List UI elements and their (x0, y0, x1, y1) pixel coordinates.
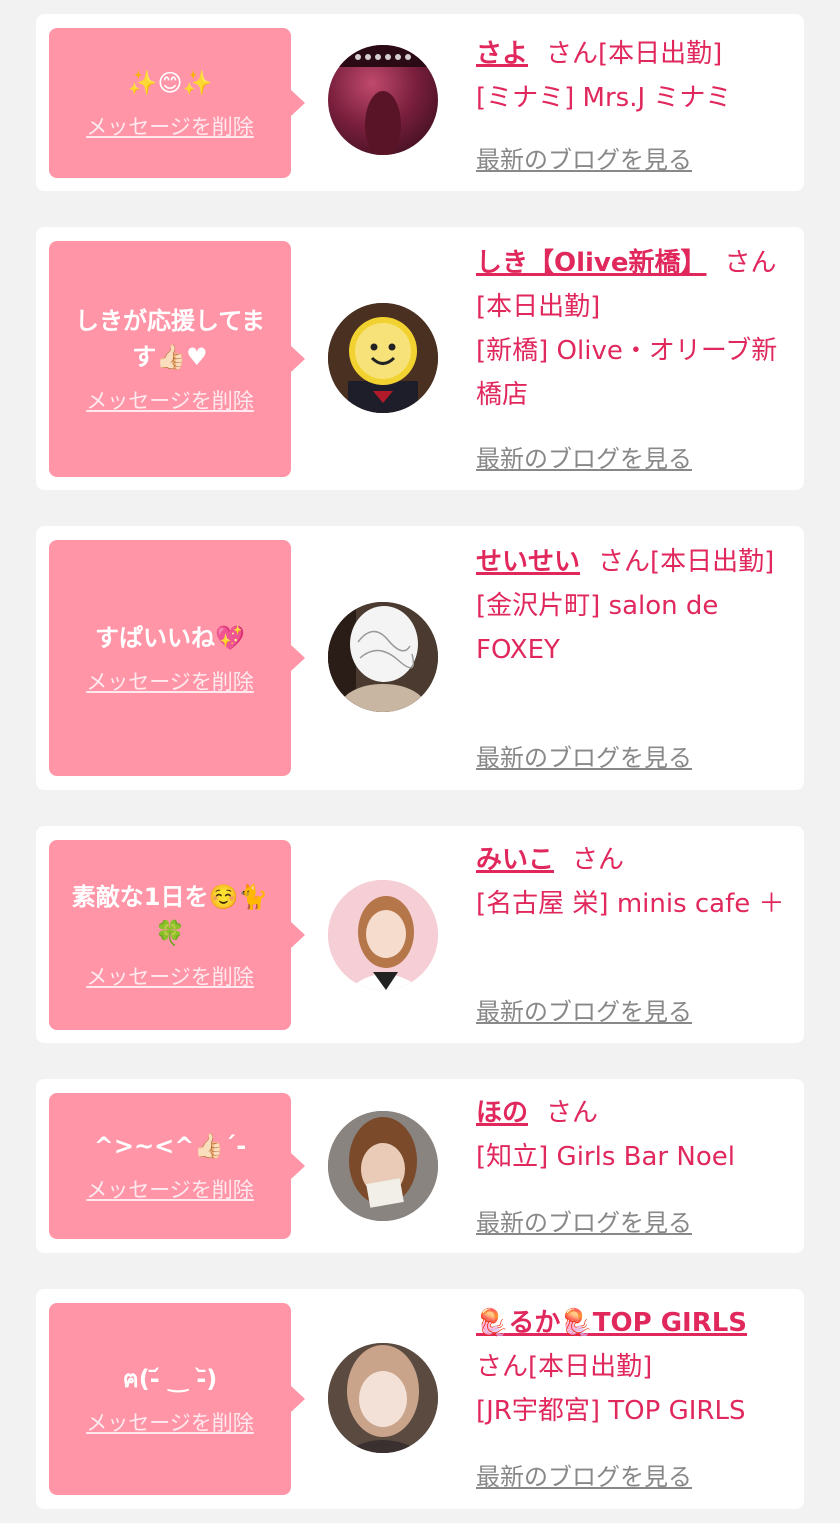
honorific-status: さん[本日出勤] (598, 547, 775, 577)
delete-message-link[interactable]: メッセージを削除 (86, 1407, 254, 1437)
message-bubble: すぱいいね💖 メッセージを削除 (49, 540, 305, 776)
shop-name: [金沢片町] salon de FOXEY (476, 591, 719, 665)
girl-info: ほの さん [知立] Girls Bar Noel (476, 1091, 786, 1179)
message-card: しきが応援してま す👍🏻♥ メッセージを削除 しき【Olive新橋】 さん[本日出勤… (36, 227, 804, 490)
shop-name: [JR宇都宮] TOP GIRLS (476, 1396, 746, 1426)
avatar-photo-icon (328, 45, 438, 155)
message-card: すぱいいね💖 メッセージを削除 せいせい さん[本日出勤] [金沢片町] salo… (36, 526, 804, 790)
girl-name-link[interactable]: さよ (476, 39, 528, 69)
shop-name: [新橋] Olive・オリーブ新橋店 (476, 336, 778, 410)
girl-info: せいせい さん[本日出勤] [金沢片町] salon de FOXEY (476, 540, 786, 672)
message-text: ✨😊✨ (127, 69, 213, 97)
latest-blog-link[interactable]: 最新のブログを見る (476, 1203, 692, 1238)
girl-name-link[interactable]: しき【Olive新橋】 (476, 248, 707, 278)
latest-blog-link[interactable]: 最新のブログを見る (476, 992, 692, 1027)
latest-blog-link[interactable]: 最新のブログを見る (476, 738, 692, 773)
avatar[interactable] (328, 1343, 438, 1453)
avatar-photo-icon (328, 880, 438, 990)
avatar-photo-icon (328, 1343, 438, 1453)
honorific-status: さん (572, 845, 625, 875)
delete-message-link[interactable]: メッセージを削除 (86, 666, 254, 696)
latest-blog-link[interactable]: 最新のブログを見る (476, 140, 692, 175)
delete-message-link[interactable]: メッセージを削除 (86, 1174, 254, 1204)
message-text: ฅ(-᷄ ‿ -᷅) (122, 1365, 218, 1393)
girl-info: 🪼るか🪼TOP GIRLS さん[本日出勤] [JR宇都宮] TOP GIRLS (476, 1301, 786, 1433)
delete-message-link[interactable]: メッセージを削除 (86, 385, 254, 415)
message-text: すぱいいね💖 (95, 624, 245, 652)
girl-name-link[interactable]: 🪼るか🪼TOP GIRLS (476, 1308, 747, 1338)
message-card: ฅ(-᷄ ‿ -᷅) メッセージを削除 🪼るか🪼TOP GIRLS さん[本日出… (36, 1289, 804, 1509)
shop-name: [ミナミ] Mrs.J ミナミ (476, 83, 732, 113)
avatar[interactable] (328, 303, 438, 413)
avatar-photo-icon (328, 1111, 438, 1221)
message-text: ^>~<^👍🏻´- (93, 1132, 247, 1160)
girl-name-link[interactable]: ほの (476, 1098, 528, 1128)
girl-name-link[interactable]: みいこ (476, 845, 554, 875)
avatar-photo-icon (328, 602, 438, 712)
girl-info: みいこ さん [名古屋 栄] minis cafe ＋ (476, 838, 786, 926)
avatar[interactable] (328, 602, 438, 712)
message-text: 素敵な1日を☺️🐈 🍀 (71, 883, 269, 947)
girl-name-link[interactable]: せいせい (476, 547, 580, 577)
avatar[interactable] (328, 1111, 438, 1221)
girl-info: しき【Olive新橋】 さん[本日出勤] [新橋] Olive・オリーブ新橋店 (476, 241, 786, 417)
delete-message-link[interactable]: メッセージを削除 (86, 111, 254, 141)
message-text: しきが応援してま す👍🏻♥ (74, 307, 266, 371)
message-card: ✨😊✨ メッセージを削除 さよ さん[本日出勤] [ミナミ] Mrs.J ミナミ … (36, 14, 804, 191)
message-bubble: しきが応援してま す👍🏻♥ メッセージを削除 (49, 241, 305, 477)
latest-blog-link[interactable]: 最新のブログを見る (476, 1457, 692, 1492)
honorific-status: さん[本日出勤] (476, 1352, 653, 1382)
message-card: ^>~<^👍🏻´- メッセージを削除 ほの さん [知立] Girls Bar N… (36, 1079, 804, 1253)
avatar[interactable] (328, 45, 438, 155)
shop-name: [知立] Girls Bar Noel (476, 1142, 735, 1172)
latest-blog-link[interactable]: 最新のブログを見る (476, 439, 692, 474)
shop-name: [名古屋 栄] minis cafe ＋ (476, 889, 785, 919)
avatar[interactable] (328, 880, 438, 990)
delete-message-link[interactable]: メッセージを削除 (86, 961, 254, 991)
honorific-status: さん (546, 1098, 599, 1128)
honorific-status: さん[本日出勤] (546, 39, 723, 69)
message-bubble: ✨😊✨ メッセージを削除 (49, 28, 305, 178)
girl-info: さよ さん[本日出勤] [ミナミ] Mrs.J ミナミ (476, 32, 786, 120)
message-bubble: ฅ(-᷄ ‿ -᷅) メッセージを削除 (49, 1303, 305, 1495)
message-bubble: 素敵な1日を☺️🐈 🍀 メッセージを削除 (49, 840, 305, 1030)
message-bubble: ^>~<^👍🏻´- メッセージを削除 (49, 1093, 305, 1239)
message-card: 素敵な1日を☺️🐈 🍀 メッセージを削除 みいこ さん [名古屋 栄] minis … (36, 826, 804, 1043)
avatar-photo-icon (328, 303, 438, 413)
